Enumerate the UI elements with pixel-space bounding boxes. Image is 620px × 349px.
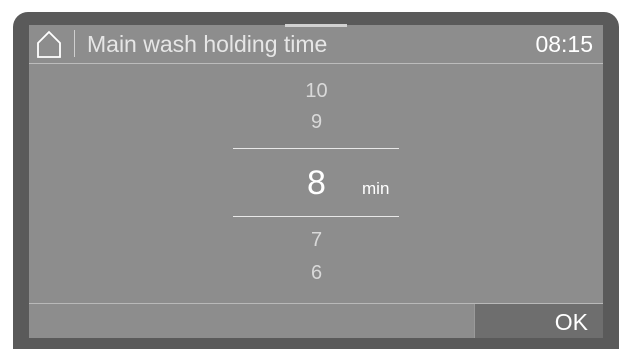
home-icon[interactable]: [36, 30, 62, 58]
picker-option[interactable]: 6: [234, 262, 399, 285]
picker-option[interactable]: 9: [234, 111, 399, 134]
swipe-indicator[interactable]: [285, 24, 347, 27]
picker-unit-label: min: [362, 179, 390, 198]
picker-selection-top-line: [233, 148, 399, 149]
picker-selection-bottom-line: [233, 216, 399, 217]
clock-display: 08:15: [535, 31, 593, 57]
header-bar: Main wash holding time 08:15: [29, 25, 603, 64]
header-divider: [74, 30, 75, 57]
page-title: Main wash holding time: [87, 31, 328, 57]
picker-option[interactable]: 7: [234, 229, 399, 252]
picker-option[interactable]: 10: [234, 80, 399, 103]
display-screen: Main wash holding time 08:15 10 9 8 min …: [29, 25, 603, 338]
ok-button-label: OK: [554, 309, 588, 335]
ok-button[interactable]: OK: [474, 304, 603, 338]
